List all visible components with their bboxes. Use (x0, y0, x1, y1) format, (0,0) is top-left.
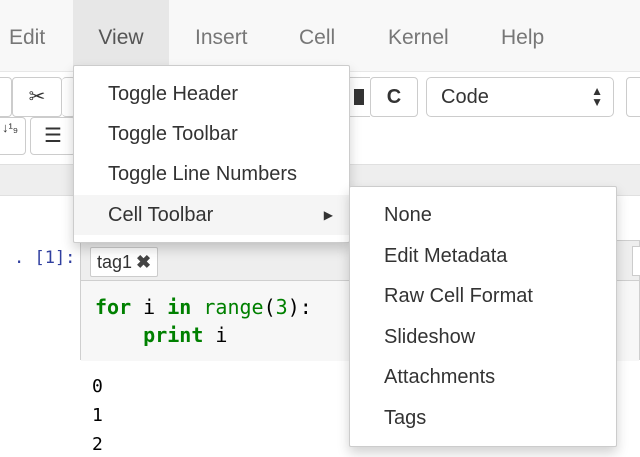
submenu-attachments[interactable]: Attachments (350, 357, 616, 397)
submenu-edit-metadata[interactable]: Edit Metadata (350, 236, 616, 276)
cell-type-select[interactable]: Code ▲ ▼ (426, 77, 614, 117)
code-keyword: print (143, 323, 204, 347)
submenu-caret-icon: ▶ (323, 208, 333, 222)
menu-kernel[interactable]: Kernel (388, 0, 449, 72)
code-var: i (131, 295, 168, 319)
code-number: 3 (275, 295, 288, 319)
menubar: Edit View Insert Cell Kernel Help (0, 0, 640, 72)
remove-tag-icon[interactable]: ✖ (136, 252, 151, 272)
scissors-icon: ✂ (28, 86, 46, 108)
list-icon: ☰ (44, 125, 62, 147)
code-keyword: in (167, 295, 192, 319)
restart-kernel-button[interactable]: C (370, 77, 418, 117)
stop-icon (353, 89, 364, 105)
cut-button[interactable]: ✂ (12, 77, 62, 117)
view-dropdown: Toggle Header Toggle Toolbar Toggle Line… (73, 65, 350, 243)
code-punct: ): (287, 295, 312, 319)
sort-numeric-icon: ↓¹₉ (2, 120, 18, 135)
output-line: 1 (92, 405, 103, 426)
list-button[interactable]: ☰ (30, 117, 76, 155)
menu-edit[interactable]: Edit (9, 0, 45, 72)
cell-prompt: . [1]: (14, 248, 76, 268)
tag-chip[interactable]: tag1 ✖ (90, 247, 159, 277)
tag-label: tag1 (97, 252, 133, 272)
code-keyword: for (95, 295, 132, 319)
menu-cell-toolbar[interactable]: Cell Toolbar ▶ (74, 195, 349, 235)
submenu-slideshow[interactable]: Slideshow (350, 317, 616, 357)
menu-insert[interactable]: Insert (195, 0, 248, 72)
next-cell-edge (632, 246, 640, 276)
submenu-raw-cell-format[interactable]: Raw Cell Format (350, 276, 616, 316)
submenu-none[interactable]: None (350, 195, 616, 235)
menu-view[interactable]: View (73, 0, 169, 72)
menu-cell-toolbar-label: Cell Toolbar (108, 204, 214, 226)
menu-toggle-line-numbers[interactable]: Toggle Line Numbers (74, 154, 349, 194)
submenu-tags[interactable]: Tags (350, 398, 616, 438)
menu-toggle-toolbar[interactable]: Toggle Toolbar (74, 114, 349, 154)
sort-button[interactable]: ↓¹₉ (0, 117, 26, 155)
code-var: i (203, 323, 228, 347)
output-line: 0 (92, 376, 103, 397)
menu-help[interactable]: Help (501, 0, 544, 72)
code-builtin: range (191, 295, 264, 319)
menu-cell[interactable]: Cell (299, 0, 335, 72)
restart-icon: C (386, 86, 402, 108)
toolbar-right-edge-button[interactable] (626, 77, 640, 117)
code-line-2: print i (95, 323, 227, 347)
select-arrows-icon: ▲ ▼ (591, 84, 603, 109)
toolbar-left-edge-button[interactable] (0, 77, 12, 117)
code-punct: ( (263, 295, 276, 319)
cell-toolbar-submenu: None Edit Metadata Raw Cell Format Slide… (349, 186, 617, 447)
code-line-1: for i in range(3): (95, 295, 312, 319)
menu-toggle-header[interactable]: Toggle Header (74, 74, 349, 114)
cell-type-value: Code (441, 86, 489, 108)
output-line: 2 (92, 434, 103, 455)
